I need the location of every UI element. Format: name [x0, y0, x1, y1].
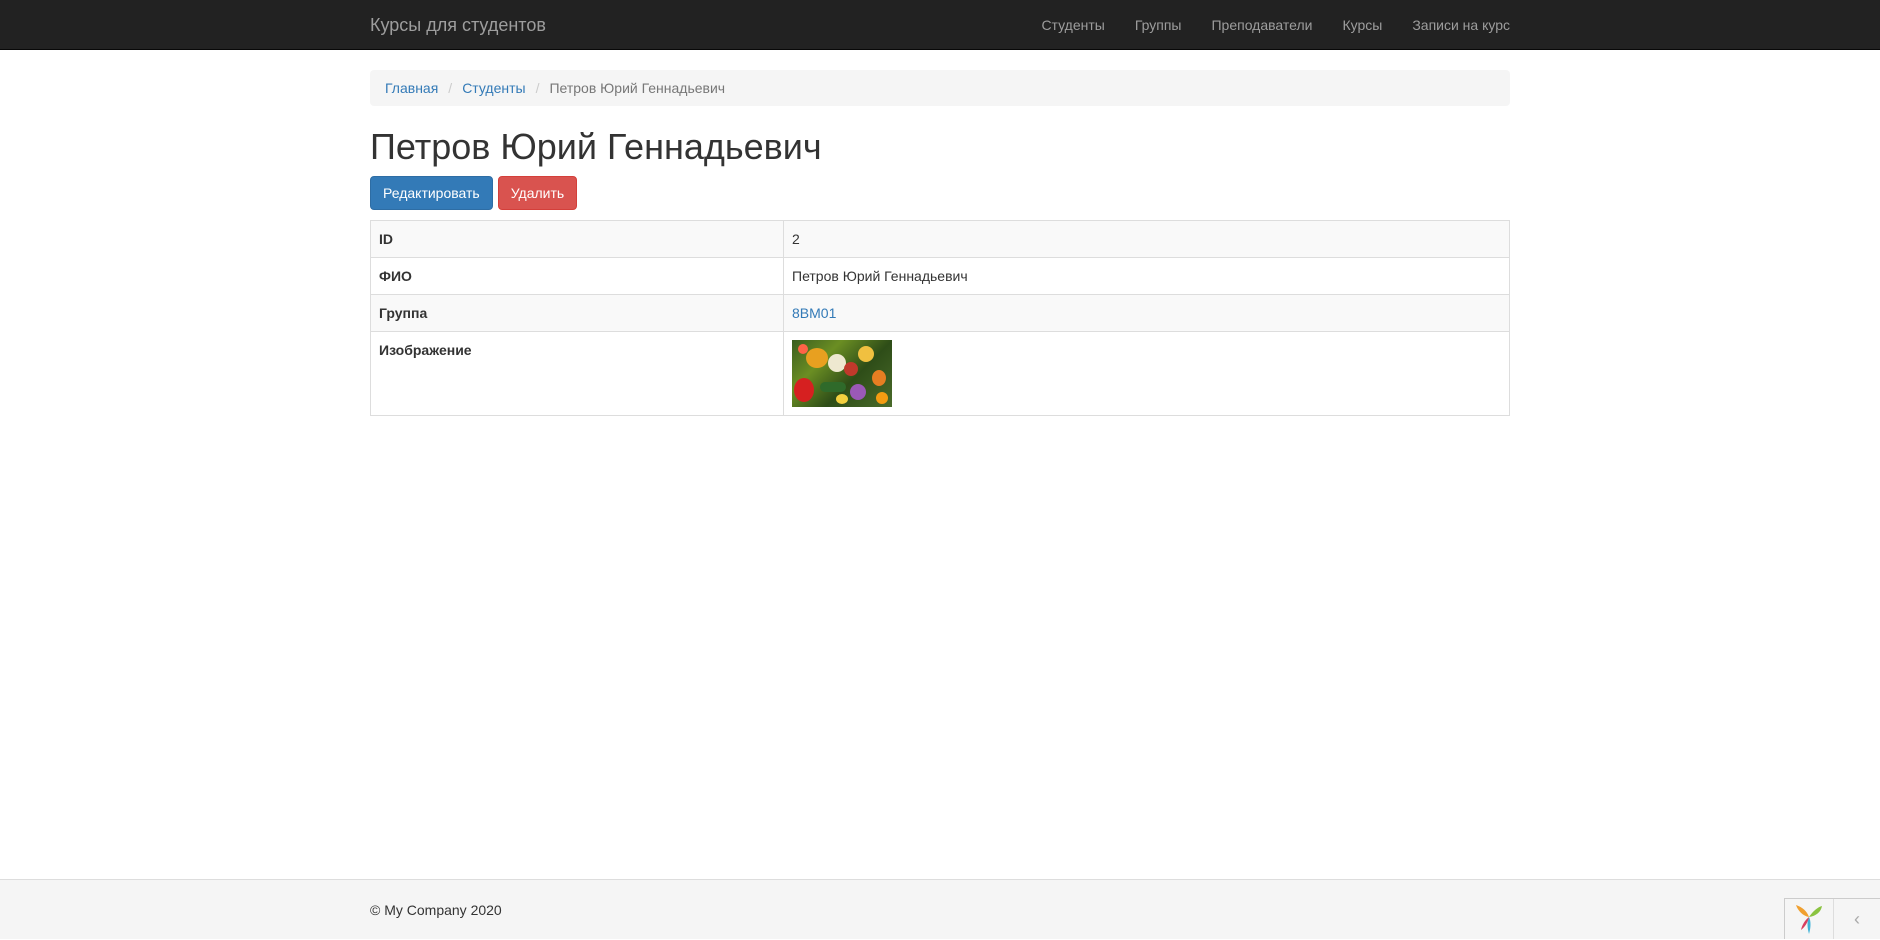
student-image — [792, 340, 892, 408]
breadcrumb-students-link[interactable]: Студенты — [462, 80, 525, 96]
row-value-group: 8ВМ01 — [783, 294, 1510, 333]
row-value-image — [783, 331, 1510, 417]
table-row: Группа 8ВМ01 — [370, 294, 1510, 333]
edit-button[interactable]: Редактировать — [370, 176, 493, 211]
breadcrumb-separator: / — [448, 80, 453, 96]
row-label-id: ID — [370, 220, 784, 259]
table-row: ID 2 — [370, 220, 1510, 259]
row-label-group: Группа — [370, 294, 784, 333]
detail-table: ID 2 ФИО Петров Юрий Геннадьевич Группа … — [370, 220, 1510, 417]
chevron-left-icon[interactable]: ‹ — [1834, 899, 1880, 939]
nav-item-groups[interactable]: Группы — [1105, 0, 1182, 50]
main-container: Главная / Студенты / Петров Юрий Геннадь… — [370, 50, 1510, 417]
nav-item-teachers[interactable]: Преподаватели — [1181, 0, 1312, 50]
row-label-image: Изображение — [370, 331, 784, 417]
nav-item-students[interactable]: Студенты — [1011, 0, 1104, 50]
breadcrumb-home-link[interactable]: Главная — [385, 80, 438, 96]
row-label-fio: ФИО — [370, 257, 784, 296]
breadcrumb: Главная / Студенты / Петров Юрий Геннадь… — [370, 70, 1510, 106]
nav-menu: Студенты Группы Преподаватели Курсы Запи… — [1011, 0, 1510, 50]
nav-item-courses[interactable]: Курсы — [1312, 0, 1382, 50]
delete-button[interactable]: Удалить — [497, 176, 578, 211]
group-link[interactable]: 8ВМ01 — [792, 305, 836, 321]
breadcrumb-current: Петров Юрий Геннадьевич — [549, 80, 726, 96]
action-buttons: Редактировать Удалить — [370, 176, 1510, 211]
page-title: Петров Юрий Геннадьевич — [370, 126, 822, 167]
table-row: Изображение — [370, 331, 1510, 417]
footer-copyright: © My Company 2020 — [370, 902, 502, 918]
breadcrumb-separator: / — [535, 80, 540, 96]
footer: © My Company 2020 — [0, 879, 1880, 939]
yii-logo-icon[interactable] — [1785, 899, 1834, 939]
row-value-id: 2 — [783, 220, 1510, 259]
debug-toolbar: ‹ — [1784, 898, 1880, 939]
row-value-fio: Петров Юрий Геннадьевич — [783, 257, 1510, 296]
navbar: Курсы для студентов Студенты Группы Преп… — [0, 0, 1880, 50]
nav-item-enrollments[interactable]: Записи на курс — [1382, 0, 1510, 50]
table-row: ФИО Петров Юрий Геннадьевич — [370, 257, 1510, 296]
brand-link[interactable]: Курсы для студентов — [370, 0, 546, 50]
